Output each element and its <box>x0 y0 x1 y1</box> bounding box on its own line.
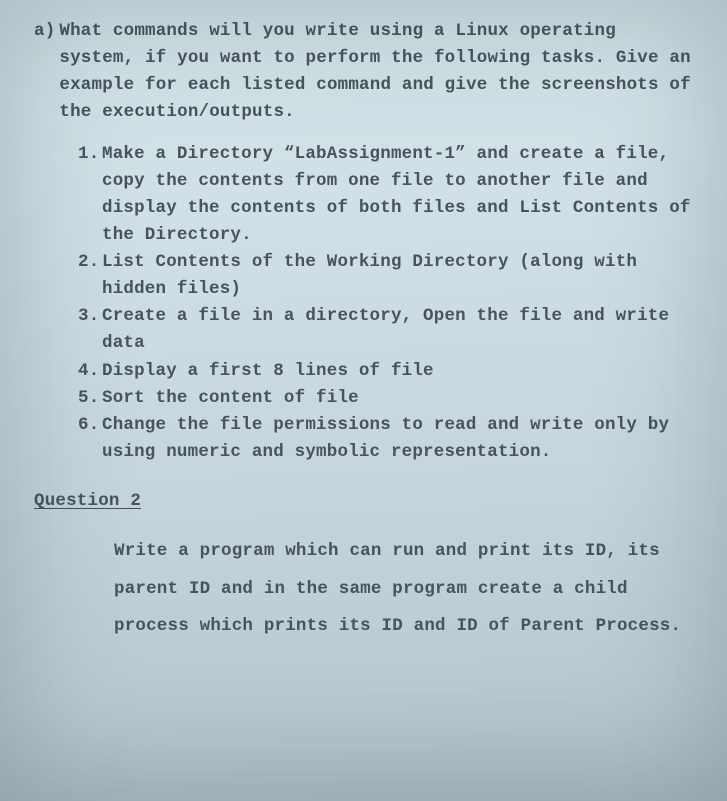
list-item: 1. Make a Directory “LabAssignment-1” an… <box>78 141 699 250</box>
item-text: Change the file permissions to read and … <box>102 412 699 466</box>
list-item: 6. Change the file permissions to read a… <box>78 412 699 466</box>
item-text: Create a file in a directory, Open the f… <box>102 303 699 357</box>
part-a-block: a) What commands will you write using a … <box>34 18 699 127</box>
question-2-body: Write a program which can run and print … <box>114 533 691 646</box>
item-text: Sort the content of file <box>102 385 699 412</box>
item-number: 5. <box>78 385 102 412</box>
item-text: Display a first 8 lines of file <box>102 358 699 385</box>
question-2-heading: Question 2 <box>34 488 699 515</box>
numbered-list: 1. Make a Directory “LabAssignment-1” an… <box>78 141 699 467</box>
item-number: 3. <box>78 303 102 357</box>
part-a-marker: a) <box>34 18 59 127</box>
list-item: 2. List Contents of the Working Director… <box>78 249 699 303</box>
part-a-intro: What commands will you write using a Lin… <box>59 18 699 127</box>
item-number: 4. <box>78 358 102 385</box>
list-item: 3. Create a file in a directory, Open th… <box>78 303 699 357</box>
list-item: 5. Sort the content of file <box>78 385 699 412</box>
list-item: 4. Display a first 8 lines of file <box>78 358 699 385</box>
item-text: Make a Directory “LabAssignment-1” and c… <box>102 141 699 250</box>
item-number: 6. <box>78 412 102 466</box>
item-number: 2. <box>78 249 102 303</box>
item-text: List Contents of the Working Directory (… <box>102 249 699 303</box>
item-number: 1. <box>78 141 102 250</box>
